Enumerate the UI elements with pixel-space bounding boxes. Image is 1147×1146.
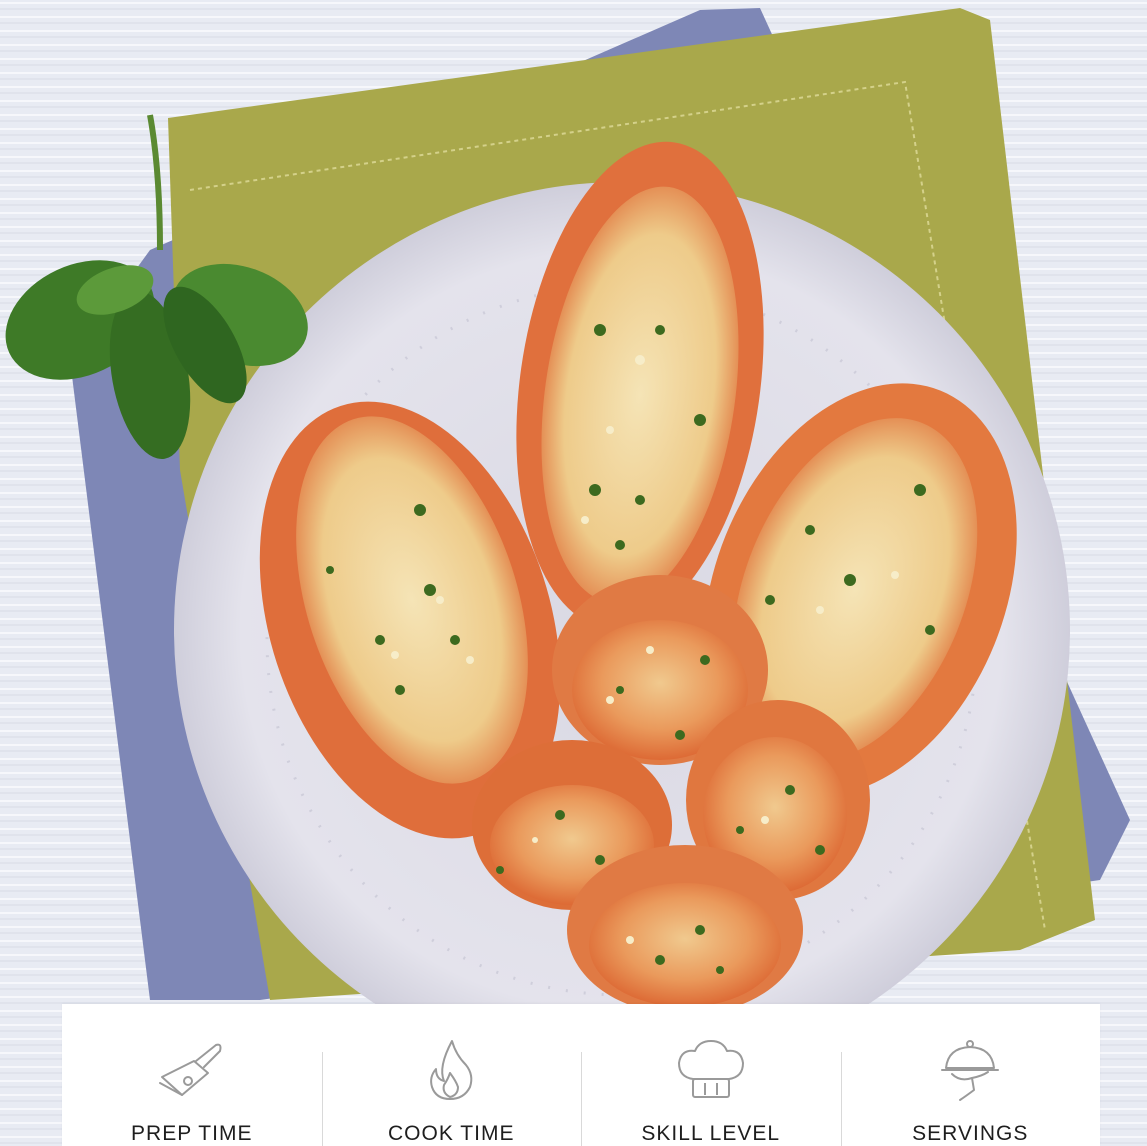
- hero-image: [0, 0, 1147, 1146]
- flame-icon: [414, 1038, 488, 1102]
- garlic-bread-photo: [0, 0, 1147, 1146]
- servings-label: SERVINGS: [912, 1122, 1029, 1145]
- recipe-info-bar: PREP TIME COOK TIME SKILL LEVEL SERVINGS: [62, 1004, 1100, 1146]
- prep-time-label: PREP TIME: [131, 1122, 253, 1145]
- cook-time-item: COOK TIME: [321, 1004, 582, 1146]
- prep-time-item: PREP TIME: [62, 1004, 322, 1146]
- servings-item: SERVINGS: [840, 1004, 1101, 1146]
- cutting-board-knife-icon: [155, 1038, 229, 1102]
- serving-cloche-icon: [933, 1038, 1007, 1102]
- bread-round: [567, 845, 803, 1015]
- skill-level-item: SKILL LEVEL: [581, 1004, 841, 1146]
- chef-hat-icon: [674, 1038, 748, 1102]
- cook-time-label: COOK TIME: [388, 1122, 515, 1145]
- skill-level-label: SKILL LEVEL: [641, 1122, 781, 1145]
